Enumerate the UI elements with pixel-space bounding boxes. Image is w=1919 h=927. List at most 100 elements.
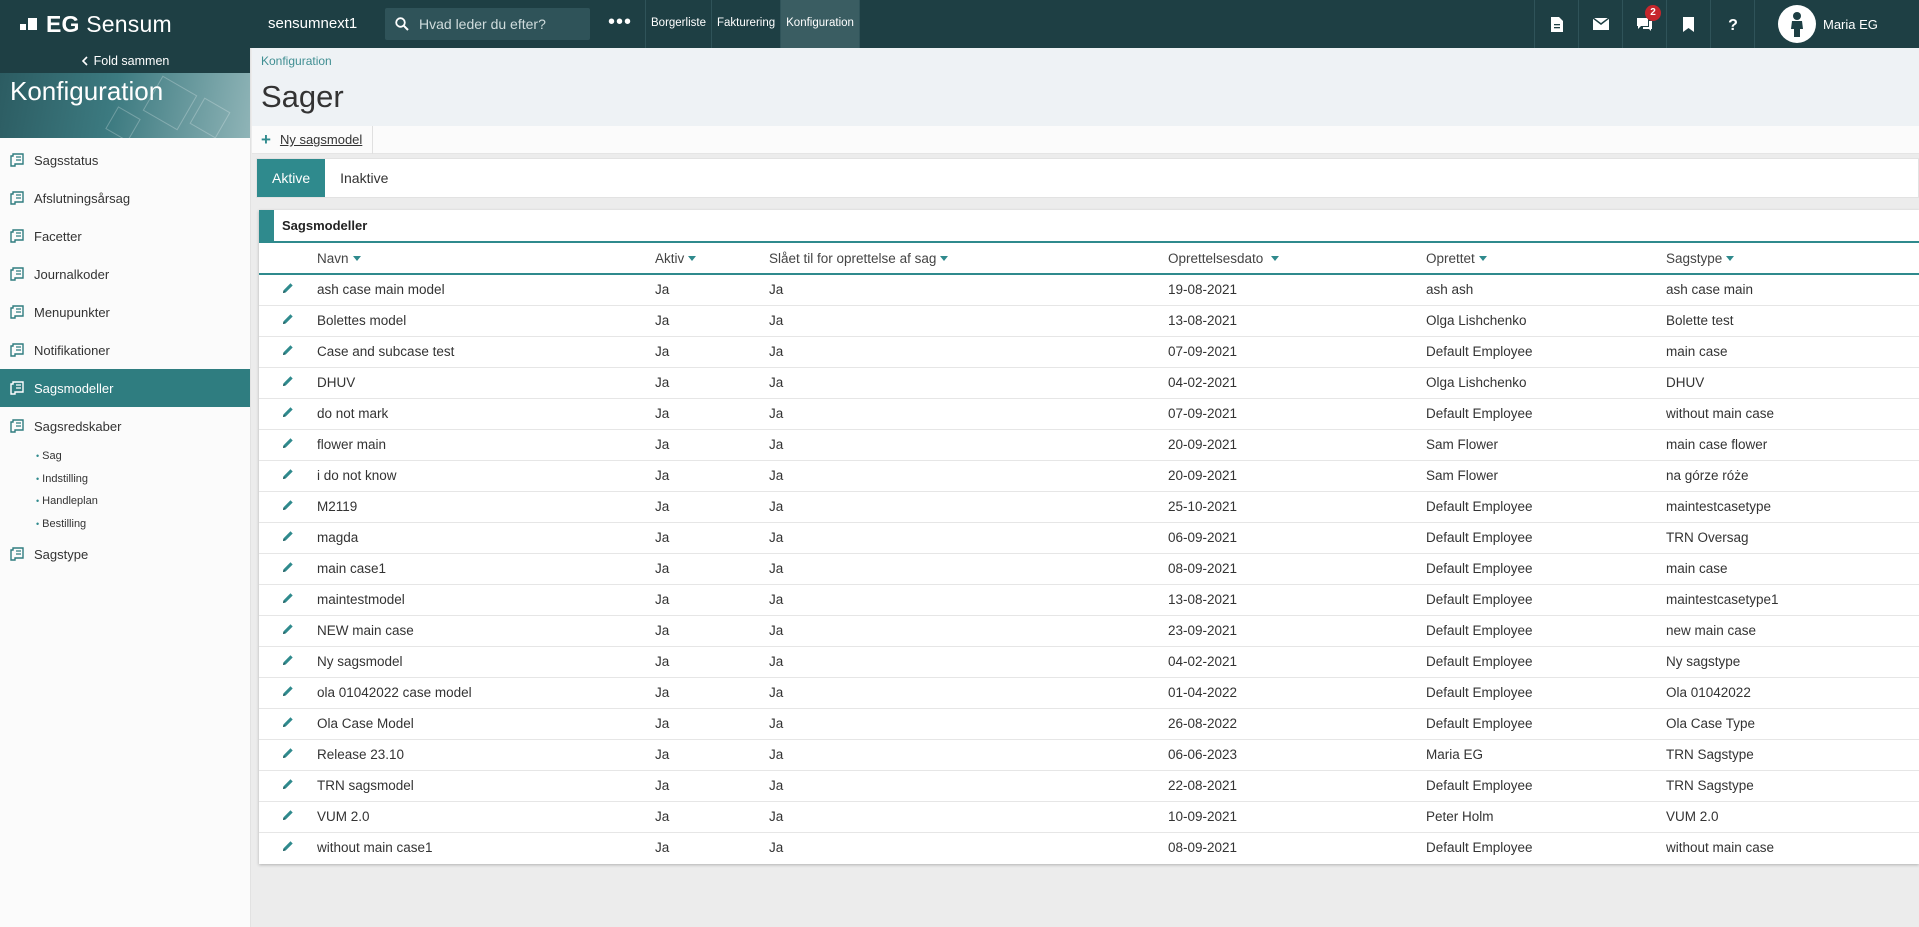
table-row[interactable]: do not mark Ja Ja 07-09-2021 Default Employe… — [259, 398, 1919, 430]
sidebar-item-afslutningsarsag[interactable]: Afslutningsårsag — [0, 179, 250, 217]
page-title: Sager — [261, 79, 344, 114]
column-aktiv[interactable]: Aktiv — [655, 243, 769, 275]
user-menu[interactable]: Maria EG — [1754, 0, 1919, 48]
edit-button[interactable] — [259, 801, 317, 833]
sidebar-item-notifikationer[interactable]: Notifikationer — [0, 331, 250, 369]
cell-oprettet: Default Employee — [1426, 840, 1533, 856]
table-row[interactable]: TRN sagsmodel Ja Ja 22-08-2021 Default Emplo… — [259, 770, 1919, 802]
edit-button[interactable] — [259, 615, 317, 647]
sidebar-subitem-bestilling[interactable]: Bestilling — [0, 513, 250, 536]
edit-button[interactable] — [259, 398, 317, 430]
tab-aktive[interactable]: Aktive — [257, 159, 326, 197]
cell-sagstype: without main case — [1666, 398, 1919, 430]
sidebar-item-menupunkter[interactable]: Menupunkter — [0, 293, 250, 331]
pencil-icon — [283, 593, 293, 603]
cell-oprettelsesdato: 08-09-2021 — [1168, 553, 1426, 585]
table-row[interactable]: magda Ja Ja 06-09-2021 Default Employee TRN O… — [259, 522, 1919, 554]
nav-fakturering[interactable]: Fakturering — [710, 0, 780, 48]
table-row[interactable]: NEW main case Ja Ja 23-09-2021 Default Emplo… — [259, 615, 1919, 647]
table-row[interactable]: Release 23.10 Ja Ja 06-06-2023 Maria EG TRN S… — [259, 739, 1919, 771]
tab-inaktive[interactable]: Inaktive — [325, 159, 403, 197]
cell-oprettelsesdato: 06-09-2021 — [1168, 522, 1426, 554]
app-logo[interactable]: EG Sensum — [20, 0, 172, 48]
scroll-icon — [10, 191, 24, 205]
edit-button[interactable] — [259, 677, 317, 709]
document-button[interactable] — [1534, 0, 1578, 48]
column-edit — [259, 243, 317, 275]
sidebar-item-journalkoder[interactable]: Journalkoder — [0, 255, 250, 293]
avatar — [1778, 5, 1816, 43]
edit-button[interactable] — [259, 770, 317, 802]
edit-button[interactable] — [259, 336, 317, 368]
cell-aktiv: Ja — [655, 522, 769, 554]
column-navn[interactable]: Navn — [317, 243, 655, 275]
column-slaaet-til[interactable]: Slået til for oprettelse af sag — [769, 243, 1168, 275]
help-button[interactable]: ? — [1710, 0, 1754, 48]
table-row[interactable]: DHUV Ja Ja 04-02-2021 Olga Lishchenko DHUV — [259, 367, 1919, 399]
table-row[interactable]: i do not know Ja Ja 20-09-2021 Sam Flower na … — [259, 460, 1919, 492]
edit-button[interactable] — [259, 367, 317, 399]
global-search[interactable] — [385, 8, 590, 40]
sidebar-item-facetter[interactable]: Facetter — [0, 217, 250, 255]
cell-sagstype: VUM 2.0 — [1666, 801, 1919, 833]
edit-button[interactable] — [259, 429, 317, 461]
table-row[interactable]: ola 01042022 case model Ja Ja 01-04-2022 Def… — [259, 677, 1919, 709]
table-row[interactable]: main case1 Ja Ja 08-09-2021 Default Employee… — [259, 553, 1919, 585]
column-sagstype[interactable]: Sagstype — [1666, 243, 1919, 275]
sidebar-item-sagsredskaber[interactable]: Sagsredskaber — [0, 407, 250, 445]
edit-button[interactable] — [259, 584, 317, 616]
table-row[interactable]: maintestmodel Ja Ja 13-08-2021 Default Emplo… — [259, 584, 1919, 616]
edit-button[interactable] — [259, 553, 317, 585]
chat-button[interactable]: 2 — [1622, 0, 1666, 48]
table-row[interactable]: Bolettes model Ja Ja 13-08-2021 Olga Lishche… — [259, 305, 1919, 337]
bookmark-button[interactable] — [1666, 0, 1710, 48]
cell-slaaet-til: Ja — [769, 305, 1168, 337]
new-case-model-button[interactable]: + Ny sagsmodel — [252, 125, 374, 154]
sidebar-item-sagstype[interactable]: Sagstype — [0, 535, 250, 573]
table-row[interactable]: Ola Case Model Ja Ja 26-08-2022 Default Empl… — [259, 708, 1919, 740]
column-oprettet[interactable]: Oprettet — [1426, 243, 1666, 275]
search-input[interactable] — [419, 16, 579, 32]
sort-caret-icon — [1271, 256, 1280, 262]
nav-konfiguration[interactable]: Konfiguration — [780, 0, 860, 48]
svg-text:?: ? — [1728, 17, 1738, 32]
edit-button[interactable] — [259, 274, 317, 306]
sidebar-item-sagsstatus[interactable]: Sagsstatus — [0, 141, 250, 179]
table-row[interactable]: ash case main model Ja Ja 19-08-2021 ash ash… — [259, 274, 1919, 306]
table-row[interactable]: without main case1 Ja Ja 08-09-2021 Default … — [259, 832, 1919, 863]
sidebar-subitem-handleplan[interactable]: Handleplan — [0, 490, 250, 513]
edit-button[interactable] — [259, 305, 317, 337]
cell-sagstype: maintestcasetype1 — [1666, 584, 1919, 616]
scroll-icon — [10, 305, 24, 319]
edit-button[interactable] — [259, 522, 317, 554]
fold-button[interactable]: Fold sammen — [0, 48, 250, 73]
edit-button[interactable] — [259, 708, 317, 740]
table-row[interactable]: VUM 2.0 Ja Ja 10-09-2021 Peter Holm VUM 2.0 — [259, 801, 1919, 833]
logo-product: Sensum — [86, 10, 172, 37]
scroll-icon — [10, 381, 24, 395]
column-oprettelsesdato[interactable]: Oprettelsesdato — [1168, 243, 1426, 275]
edit-button[interactable] — [259, 739, 317, 771]
pencil-icon — [283, 624, 293, 634]
nav-borgerliste[interactable]: Borgerliste — [645, 0, 711, 48]
table-row[interactable]: Case and subcase test Ja Ja 07-09-2021 Defau… — [259, 336, 1919, 368]
breadcrumb[interactable]: Konfiguration — [261, 54, 332, 68]
sidebar-subitem-indstilling[interactable]: Indstilling — [0, 468, 250, 491]
status-tabs: Aktive Inaktive — [256, 158, 1919, 198]
edit-button[interactable] — [259, 460, 317, 492]
table-row[interactable]: M2119 Ja Ja 25-10-2021 Default Employee maint… — [259, 491, 1919, 523]
pencil-icon — [283, 810, 293, 820]
edit-button[interactable] — [259, 491, 317, 523]
cell-oprettelsesdato: 01-04-2022 — [1168, 677, 1426, 709]
sidebar-item-sagsmodeller[interactable]: Sagsmodeller — [0, 369, 250, 407]
cell-navn: maintestmodel — [317, 584, 655, 616]
mail-button[interactable] — [1578, 0, 1622, 48]
edit-button[interactable] — [259, 832, 317, 863]
table-row[interactable]: flower main Ja Ja 20-09-2021 Sam Flower main … — [259, 429, 1919, 461]
more-menu-button[interactable]: ••• — [608, 0, 632, 48]
cell-aktiv: Ja — [655, 305, 769, 337]
edit-button[interactable] — [259, 646, 317, 678]
cell-navn: main case1 — [317, 553, 655, 585]
table-row[interactable]: Ny sagsmodel Ja Ja 04-02-2021 Default Employ… — [259, 646, 1919, 678]
sidebar-subitem-sag[interactable]: Sag — [0, 445, 250, 468]
